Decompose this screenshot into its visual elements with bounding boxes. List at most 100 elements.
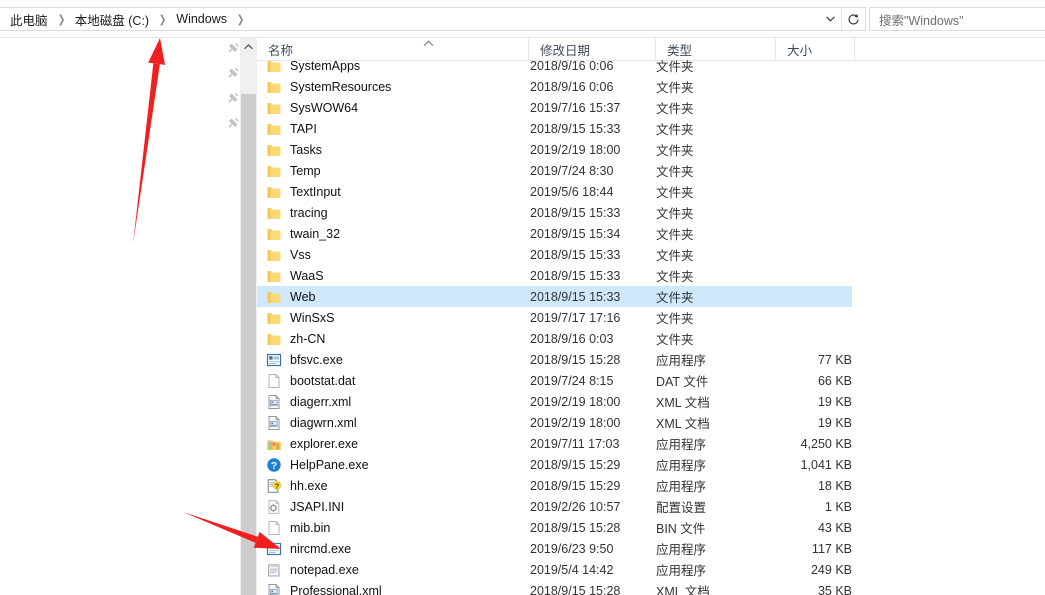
file-row[interactable]: nircmd.exe 2019/6/23 9:50 应用程序 117 KB [257,538,852,559]
file-date-modified: 2019/7/17 17:16 [530,310,621,325]
xml-doc-icon [266,415,282,431]
file-date-modified: 2019/7/16 15:37 [530,100,621,115]
breadcrumb-item-this-pc[interactable]: 此电脑 [8,10,50,29]
file-name-label: diagerr.xml [290,394,352,409]
file-name-label: JSAPI.INI [290,499,345,514]
file-row-name-cell[interactable]: diagerr.xml [257,394,529,410]
file-size: 1 KB [824,499,852,514]
file-row[interactable]: diagerr.xml 2019/2/19 18:00 XML 文档 19 KB [257,391,852,412]
file-row[interactable]: mib.bin 2018/9/15 15:28 BIN 文件 43 KB [257,517,852,538]
xml-doc-icon [266,583,282,595]
file-name-label: diagwrn.xml [290,415,357,430]
file-row-name-cell[interactable]: Professional.xml [257,583,529,595]
notepad-icon [266,562,282,578]
file-row[interactable]: twain_32 2018/9/15 15:34 文件夹 [257,223,852,244]
search-box[interactable]: 搜索"Windows" [869,7,1045,31]
file-name-label: notepad.exe [290,562,359,577]
file-row-name-cell[interactable]: TAPI [257,121,529,137]
search-input[interactable]: 搜索"Windows" [879,10,964,29]
folder-icon [266,142,282,158]
file-row-name-cell[interactable]: Web [257,289,529,305]
file-row-name-cell[interactable]: bfsvc.exe [257,352,529,368]
file-name-label: TAPI [290,121,317,136]
file-row-name-cell[interactable]: diagwrn.xml [257,415,529,431]
pin-icon[interactable] [226,41,240,55]
file-row-name-cell[interactable]: SysWOW64 [257,100,529,116]
file-row[interactable]: explorer.exe 2019/7/11 17:03 应用程序 4,250 KB [257,433,852,454]
file-name-label: SysWOW64 [290,100,359,115]
file-size: 19 KB [817,394,852,409]
file-type: 文件夹 [656,123,694,137]
file-row[interactable]: ? HelpPane.exe 2018/9/15 15:29 应用程序 1,041 KB [257,454,852,475]
file-date-modified: 2019/2/26 10:57 [530,499,621,514]
pin-icon[interactable] [226,66,240,80]
file-row-name-cell[interactable]: SystemResources [257,79,529,95]
file-row-name-cell[interactable]: Vss [257,247,529,263]
blank-doc-icon [266,520,282,536]
exe-icon [266,541,282,557]
file-row[interactable]: bfsvc.exe 2018/9/15 15:28 应用程序 77 KB [257,349,852,370]
file-row-name-cell[interactable]: JSAPI.INI [257,499,529,515]
file-row-name-cell[interactable]: zh-CN [257,331,529,347]
file-size: 4,250 KB [800,436,852,451]
svg-text:?: ? [275,481,280,490]
file-row-name-cell[interactable]: nircmd.exe [257,541,529,557]
file-row[interactable]: bootstat.dat 2019/7/24 8:15 DAT 文件 66 KB [257,370,852,391]
vertical-scrollbar[interactable] [240,38,257,595]
file-row[interactable]: tracing 2018/9/15 15:33 文件夹 [257,202,852,223]
sort-ascending-icon [423,39,434,50]
address-bar: 此电脑 ❯ 本地磁盘 (C:) ❯ Windows ❯ 搜索"Windows" [0,0,1045,38]
file-row[interactable]: JSAPI.INI 2019/2/26 10:57 配置设置 1 KB [257,496,852,517]
chevron-down-icon[interactable] [819,8,841,30]
file-type: 应用程序 [656,459,707,473]
vertical-scroll-thumb[interactable] [241,94,256,595]
refresh-icon[interactable] [841,8,865,30]
file-row[interactable]: Vss 2018/9/15 15:33 文件夹 [257,244,852,265]
file-row[interactable]: ? hh.exe 2018/9/15 15:29 应用程序 18 KB [257,475,852,496]
config-gear-icon [266,499,282,515]
file-row-name-cell[interactable]: notepad.exe [257,562,529,578]
file-row[interactable]: Web 2018/9/15 15:33 文件夹 [257,286,852,307]
file-row[interactable]: SystemResources 2018/9/16 0:06 文件夹 [257,76,852,97]
file-row-name-cell[interactable]: TextInput [257,184,529,200]
file-row-name-cell[interactable]: mib.bin [257,520,529,536]
file-type: DAT 文件 [656,375,709,389]
pin-icon[interactable] [226,116,240,130]
file-row-name-cell[interactable]: twain_32 [257,226,529,242]
file-type: 应用程序 [656,564,707,578]
file-date-modified: 2019/2/19 18:00 [530,142,621,157]
file-row[interactable]: Tasks 2019/2/19 18:00 文件夹 [257,139,852,160]
file-name-label: Tasks [290,142,322,157]
breadcrumb-item-local-disk-c[interactable]: 本地磁盘 (C:) [73,10,151,29]
file-date-modified: 2018/9/15 15:28 [530,583,621,595]
file-row-name-cell[interactable]: tracing [257,205,529,221]
file-row-name-cell[interactable]: SystemApps [257,58,529,74]
file-row[interactable]: TAPI 2018/9/15 15:33 文件夹 [257,118,852,139]
file-row[interactable]: Professional.xml 2018/9/15 15:28 XML 文档 35 … [257,580,852,595]
file-row[interactable]: SystemApps 2018/9/16 0:06 文件夹 [257,55,852,76]
file-row-name-cell[interactable]: ? HelpPane.exe [257,457,529,473]
file-size: 77 KB [817,352,852,367]
pin-icon[interactable] [226,91,240,105]
file-row[interactable]: TextInput 2019/5/6 18:44 文件夹 [257,181,852,202]
breadcrumb-item-windows[interactable]: Windows [174,12,229,26]
file-row-name-cell[interactable]: WinSxS [257,310,529,326]
file-row[interactable]: WinSxS 2019/7/17 17:16 文件夹 [257,307,852,328]
file-row-name-cell[interactable]: explorer.exe [257,436,529,452]
file-row[interactable]: notepad.exe 2019/5/4 14:42 应用程序 249 KB [257,559,852,580]
file-row[interactable]: SysWOW64 2019/7/16 15:37 文件夹 [257,97,852,118]
blank-doc-icon [266,373,282,389]
file-type: 文件夹 [656,144,694,158]
scroll-up-arrow-icon[interactable] [240,38,257,55]
file-row[interactable]: diagwrn.xml 2019/2/19 18:00 XML 文档 19 KB [257,412,852,433]
file-row[interactable]: zh-CN 2018/9/16 0:03 文件夹 [257,328,852,349]
file-row-name-cell[interactable]: ? hh.exe [257,478,529,494]
file-row-name-cell[interactable]: Temp [257,163,529,179]
file-row-name-cell[interactable]: Tasks [257,142,529,158]
file-row[interactable]: WaaS 2018/9/15 15:33 文件夹 [257,265,852,286]
file-row-name-cell[interactable]: WaaS [257,268,529,284]
file-row-name-cell[interactable]: bootstat.dat [257,373,529,389]
file-type: 文件夹 [656,207,694,221]
file-row[interactable]: Temp 2019/7/24 8:30 文件夹 [257,160,852,181]
breadcrumb-bar[interactable]: 此电脑 ❯ 本地磁盘 (C:) ❯ Windows ❯ [0,7,866,31]
